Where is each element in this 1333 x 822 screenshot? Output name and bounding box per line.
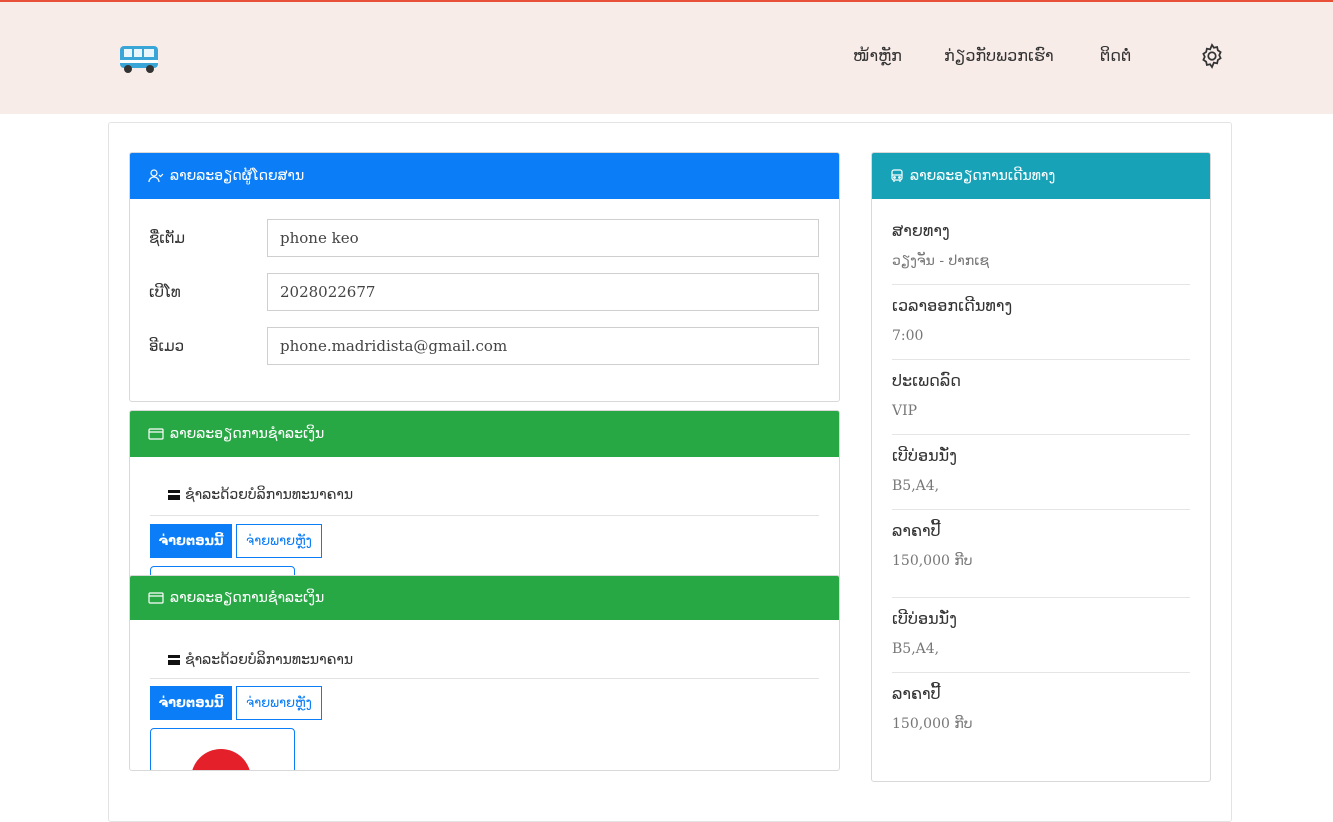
bus-type-label: ປະເພດລົດ bbox=[892, 371, 961, 390]
divider bbox=[892, 434, 1190, 435]
seat-number-label: ເບີບ່ອນນັ່ງ bbox=[892, 609, 957, 628]
trip-card-title: ລາຍລະອຽດການເດີນທາງ bbox=[910, 168, 1056, 184]
divider bbox=[892, 359, 1190, 360]
credit-card-icon bbox=[148, 592, 164, 604]
trip-card-header: ລາຍລະອຽດການເດີນທາງ bbox=[872, 153, 1210, 199]
phone-field[interactable] bbox=[267, 273, 819, 311]
fullname-field[interactable] bbox=[267, 219, 819, 257]
ticket-price-value: 150,000 ກີບ bbox=[892, 716, 973, 732]
divider bbox=[150, 515, 819, 516]
payment-card-overlay: ລາຍລະອຽດການຊຳລະເງິນ ຊຳລະດ້ວຍບໍລິການທະນາຄ… bbox=[129, 575, 840, 771]
route-label: ສາຍທາງ bbox=[892, 221, 950, 240]
departure-time-label: ເວລາອອກເດີນທາງ bbox=[892, 296, 1013, 315]
seat-number-value: B5,A4, bbox=[892, 641, 940, 657]
bank-service-text: ຊຳລະດ້ວຍບໍລິການທະນາຄານ bbox=[185, 487, 354, 503]
departure-time-value: 7:00 bbox=[892, 328, 924, 344]
bank-card-icon bbox=[168, 655, 180, 665]
bus-type-value: VIP bbox=[892, 403, 918, 419]
bus-small-icon bbox=[891, 169, 903, 182]
payment-card-header: ລາຍລະອຽດການຊຳລະເງິນ bbox=[130, 411, 839, 457]
divider bbox=[892, 284, 1190, 285]
gear-icon[interactable] bbox=[1198, 42, 1226, 70]
divider bbox=[150, 678, 819, 679]
qr-logo-shape bbox=[191, 749, 251, 770]
divider bbox=[892, 672, 1190, 673]
bank-card-icon bbox=[168, 490, 180, 500]
pay-now-button[interactable]: ຈ່າຍຕອນນີ້ bbox=[150, 524, 232, 558]
pay-later-button[interactable]: ຈ່າຍພາຍຫຼັງ bbox=[236, 686, 322, 720]
payment-card-header: ລາຍລະອຽດການຊຳລະເງິນ bbox=[130, 576, 839, 620]
passenger-card: ລາຍລະອຽດຜູ້ໂດຍສານ ຊື່ເຕັມ ເບີໂທ ອີເມວ bbox=[129, 152, 840, 402]
trip-card: ລາຍລະອຽດການເດີນທາງ ສາຍທາງ ວຽງຈັນ - ປາກເຊ… bbox=[871, 152, 1211, 782]
divider bbox=[892, 597, 1190, 598]
route-value: ວຽງຈັນ - ປາກເຊ bbox=[892, 253, 990, 269]
bus-icon[interactable] bbox=[114, 38, 164, 78]
bank-service-row: ຊຳລະດ້ວຍບໍລິການທະນາຄານ bbox=[168, 487, 353, 503]
qr-box[interactable] bbox=[150, 728, 295, 770]
ticket-price-label: ລາຄາປີ້ bbox=[892, 684, 941, 703]
phone-label: ເບີໂທ bbox=[149, 283, 181, 301]
nav-contact[interactable]: ຕິດຕໍ່ bbox=[1100, 46, 1131, 65]
passenger-card-header: ລາຍລະອຽດຜູ້ໂດຍສານ bbox=[130, 153, 839, 199]
payment-card-title: ລາຍລະອຽດການຊຳລະເງິນ bbox=[170, 426, 325, 442]
main-container: ລາຍລະອຽດຜູ້ໂດຍສານ ຊື່ເຕັມ ເບີໂທ ອີເມວ ລາ… bbox=[108, 122, 1232, 822]
passenger-card-title: ລາຍລະອຽດຜູ້ໂດຍສານ bbox=[170, 168, 305, 184]
payment-card: ລາຍລະອຽດການຊຳລະເງິນ ຊຳລະດ້ວຍບໍລິການທະນາຄ… bbox=[129, 410, 840, 580]
nav-about[interactable]: ກ່ຽວກັບພວກເຮົາ bbox=[944, 46, 1054, 65]
email-field[interactable] bbox=[267, 327, 819, 365]
fullname-label: ຊື່ເຕັມ bbox=[149, 229, 186, 247]
ticket-price-value: 150,000 ກີບ bbox=[892, 553, 973, 569]
ticket-price-label: ລາຄາປີ້ bbox=[892, 521, 941, 540]
credit-card-icon bbox=[148, 428, 164, 440]
payment-card-title: ລາຍລະອຽດການຊຳລະເງິນ bbox=[170, 590, 325, 606]
seat-number-value: B5,A4, bbox=[892, 478, 940, 494]
email-label: ອີເມວ bbox=[149, 337, 185, 355]
navbar: ໜ້າຫຼັກ ກ່ຽວກັບພວກເຮົາ ຕິດຕໍ່ bbox=[0, 2, 1333, 114]
nav-home[interactable]: ໜ້າຫຼັກ bbox=[853, 46, 902, 65]
bank-service-text: ຊຳລະດ້ວຍບໍລິການທະນາຄານ bbox=[185, 652, 354, 668]
pay-now-button[interactable]: ຈ່າຍຕອນນີ້ bbox=[150, 686, 232, 720]
pay-later-button[interactable]: ຈ່າຍພາຍຫຼັງ bbox=[236, 524, 322, 558]
divider bbox=[892, 509, 1190, 510]
bank-service-row: ຊຳລະດ້ວຍບໍລິການທະນາຄານ bbox=[168, 652, 353, 668]
user-check-icon bbox=[148, 169, 164, 183]
seat-number-label: ເບີບ່ອນນັ່ງ bbox=[892, 446, 957, 465]
